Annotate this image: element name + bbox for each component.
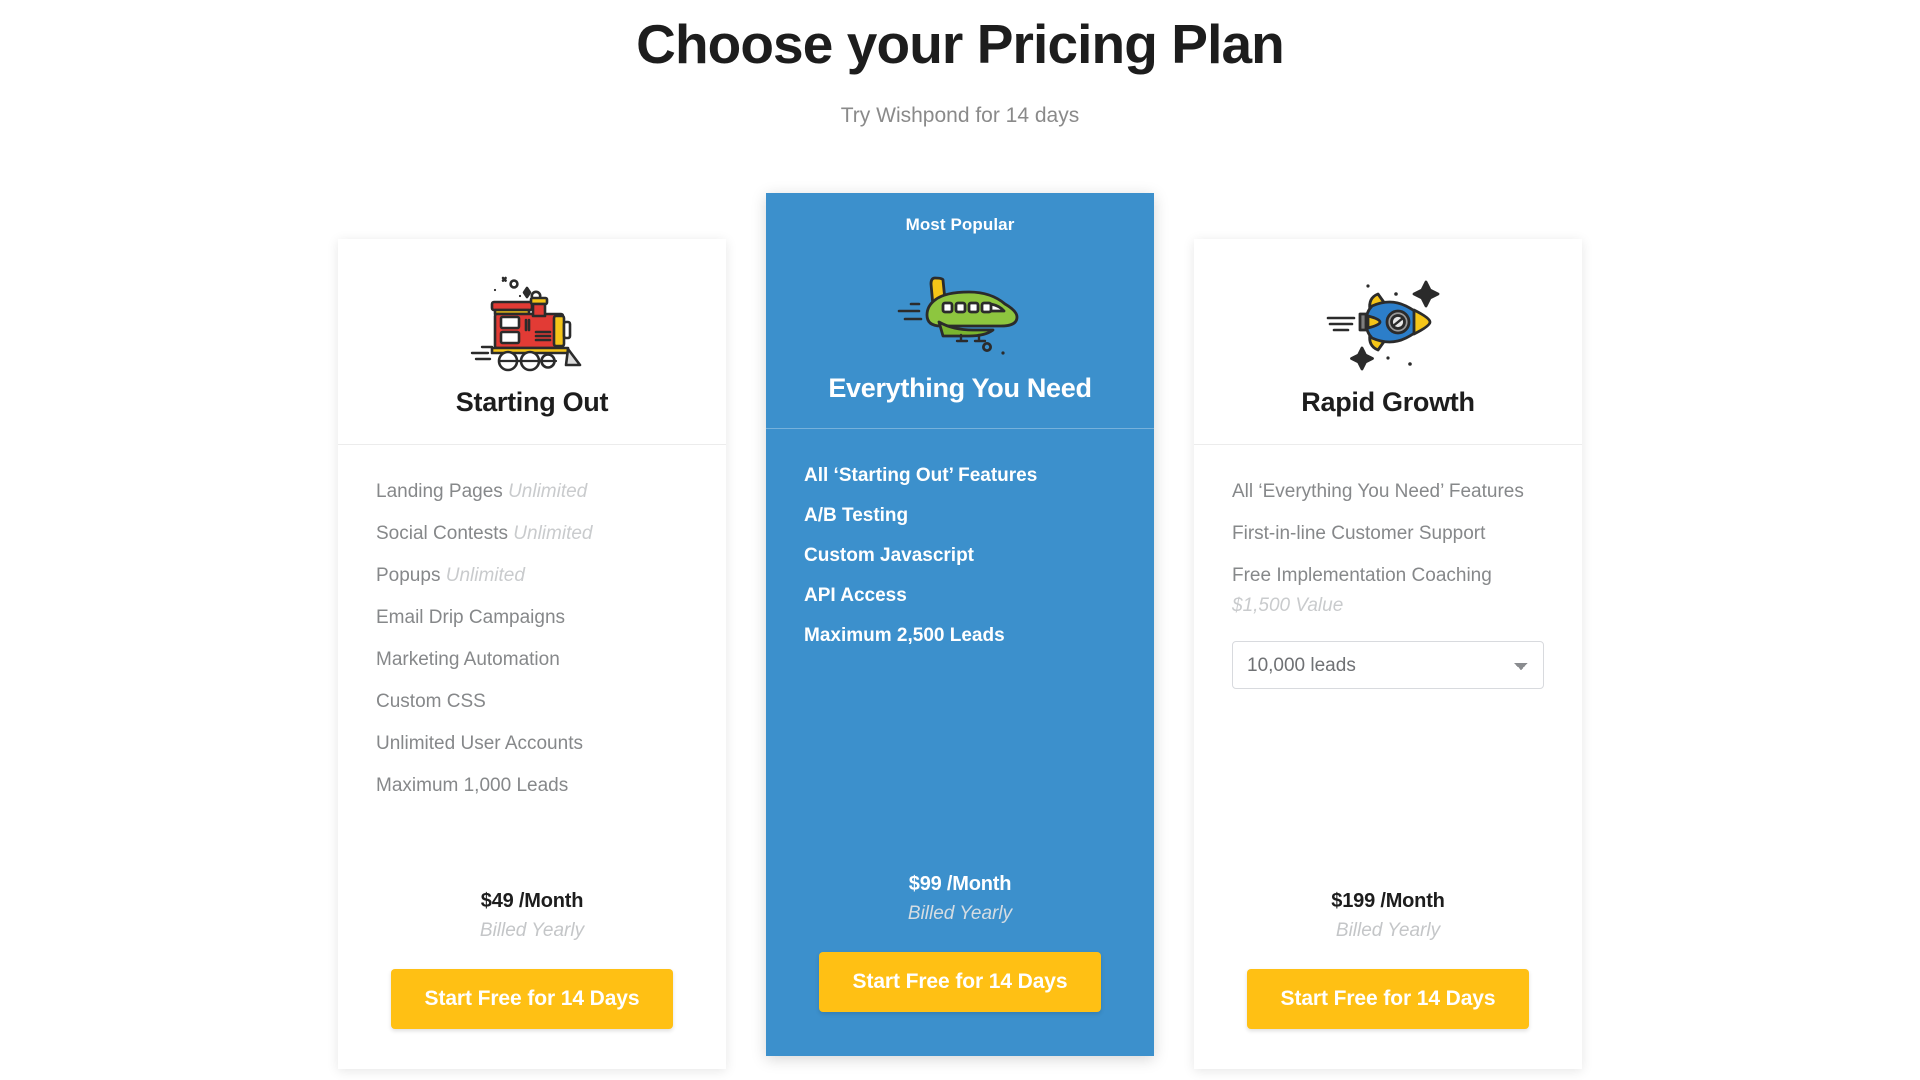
price-block: $49 /Month Billed Yearly Start Free for … (338, 890, 726, 1069)
pricing-card-rapid-growth[interactable]: Rapid Growth All ‘Everything You Need’ F… (1194, 239, 1582, 1069)
rocket-icon (1194, 263, 1582, 381)
card-header: Everything You Need (766, 235, 1154, 429)
card-header: Rapid Growth (1194, 239, 1582, 445)
pricing-cards-row: Starting Out Landing Pages Unlimited Soc… (0, 193, 1920, 1069)
feature-label: Landing Pages (376, 481, 503, 502)
price-block: $99 /Month Billed Yearly Start Free for … (766, 873, 1154, 1056)
feature-muted: Unlimited (508, 481, 588, 502)
feature-item: Maximum 1,000 Leads (376, 775, 569, 796)
plan-name: Starting Out (455, 387, 609, 417)
feature-muted: Unlimited (513, 523, 593, 544)
start-trial-button[interactable]: Start Free for 14 Days (819, 952, 1101, 1012)
most-popular-badge: Most Popular (905, 215, 1015, 234)
feature-item: API Access (804, 585, 907, 606)
feature-item: All ‘Starting Out’ Features (804, 465, 1038, 486)
leads-select[interactable]: 10,000 leads (1232, 641, 1544, 689)
price: $99 /Month (908, 873, 1012, 895)
page-header: Choose your Pricing Plan Try Wishpond fo… (0, 0, 1920, 128)
page-title: Choose your Pricing Plan (636, 13, 1285, 75)
feature-muted: Unlimited (445, 565, 525, 586)
feature-item: First-in-line Customer Support (1232, 523, 1486, 544)
start-trial-button[interactable]: Start Free for 14 Days (391, 969, 673, 1029)
plan-name: Rapid Growth (1301, 387, 1475, 417)
airplane-icon (766, 249, 1154, 367)
feature-label: Popups (376, 565, 441, 586)
feature-item: Social Contests Unlimited (376, 524, 688, 543)
feature-item: Marketing Automation (376, 649, 560, 670)
feature-item: Popups Unlimited (376, 566, 688, 585)
features-list: All ‘Everything You Need’ Features First… (1194, 445, 1582, 689)
leads-select-wrapper: 10,000 leads (1232, 637, 1544, 689)
feature-item: Custom CSS (376, 691, 486, 712)
feature-item: Landing Pages Unlimited (376, 482, 688, 501)
train-icon (338, 263, 726, 381)
plan-name: Everything You Need (828, 373, 1092, 403)
pricing-page: Choose your Pricing Plan Try Wishpond fo… (0, 0, 1920, 1080)
billing-period: Billed Yearly (907, 903, 1013, 924)
billing-period: Billed Yearly (1335, 920, 1441, 941)
pricing-card-everything-you-need[interactable]: Most Popular Everything You Need All ‘St… (766, 193, 1154, 1056)
feature-label: Social Contests (376, 523, 509, 544)
start-trial-button[interactable]: Start Free for 14 Days (1247, 969, 1529, 1029)
feature-item: Custom Javascript (804, 545, 975, 566)
feature-item: Unlimited User Accounts (376, 733, 583, 754)
features-list: All ‘Starting Out’ Features A/B Testing … (766, 429, 1154, 666)
value-note: $1,500 Value (1232, 595, 1344, 616)
page-subtitle: Try Wishpond for 14 days (840, 103, 1080, 127)
feature-item: All ‘Everything You Need’ Features (1232, 481, 1524, 502)
feature-item: Maximum 2,500 Leads (804, 625, 1005, 646)
billing-period: Billed Yearly (479, 920, 585, 941)
card-header: Starting Out (338, 239, 726, 445)
price: $49 /Month (480, 890, 584, 912)
price-block: $199 /Month Billed Yearly Start Free for… (1194, 890, 1582, 1069)
pricing-card-starting-out[interactable]: Starting Out Landing Pages Unlimited Soc… (338, 239, 726, 1069)
feature-item: Email Drip Campaigns (376, 607, 566, 628)
feature-item: Free Implementation Coaching (1232, 565, 1492, 586)
feature-item: A/B Testing (804, 505, 909, 526)
price: $199 /Month (1331, 890, 1445, 912)
features-list: Landing Pages Unlimited Social Contests … (338, 445, 726, 818)
